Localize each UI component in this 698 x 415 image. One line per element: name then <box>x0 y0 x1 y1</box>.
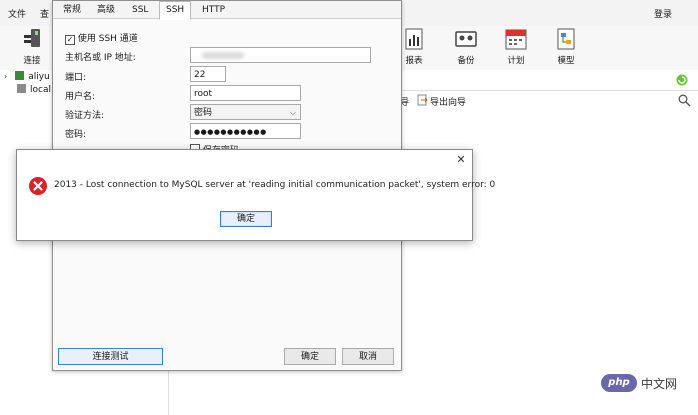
export-icon <box>417 94 428 106</box>
username-label: 用户名: <box>65 92 96 102</box>
checkmark-icon: ✓ <box>65 35 75 45</box>
report-label: 报表 <box>405 56 423 66</box>
error-ok-button[interactable]: 确定 <box>220 211 272 227</box>
cancel-button[interactable]: 取消 <box>342 348 394 365</box>
backup-button[interactable]: 备份 <box>444 26 488 66</box>
tree-item-local[interactable]: local <box>4 84 51 96</box>
host-label: 主机名或 IP 地址: <box>65 53 136 63</box>
host-field[interactable] <box>190 47 371 63</box>
tree-item-label: aliyu <box>28 72 50 82</box>
tab-advanced[interactable]: 高级 <box>91 3 121 18</box>
connect-button[interactable]: 连接 <box>10 26 54 66</box>
menu-view[interactable]: 查 <box>40 7 49 20</box>
connection-icon <box>15 71 25 80</box>
login-link[interactable]: 登录 <box>654 7 672 20</box>
use-ssh-label: 使用 SSH 通道 <box>77 34 138 44</box>
tab-general[interactable]: 常规 <box>57 3 87 18</box>
error-icon <box>29 177 47 195</box>
error-message: 2013 - Lost connection to MySQL server a… <box>54 180 496 190</box>
auth-method-label: 验证方法: <box>65 111 105 121</box>
menu-file[interactable]: 文件 <box>8 7 26 20</box>
port-label: 端口: <box>65 73 87 83</box>
search-icon[interactable] <box>678 94 691 107</box>
close-icon[interactable]: ✕ <box>454 153 468 167</box>
model-button[interactable]: 模型 <box>544 26 588 66</box>
ok-button[interactable]: 确定 <box>284 348 336 365</box>
backup-label: 备份 <box>457 56 475 66</box>
schedule-button[interactable]: 计划 <box>494 26 538 66</box>
model-label: 模型 <box>557 56 575 66</box>
password-label: 密码: <box>65 130 87 140</box>
use-ssh-checkbox[interactable]: ✓ 使用 SSH 通道 <box>65 31 138 45</box>
error-dialog: ✕ 2013 - Lost connection to MySQL server… <box>16 149 495 241</box>
watermark-text: 中文网 <box>641 377 678 391</box>
connection-icon <box>17 84 26 93</box>
password-field[interactable]: ●●●●●●●●●●● <box>190 123 301 139</box>
test-connection-button[interactable]: 连接测试 <box>58 348 163 365</box>
port-field[interactable]: 22 <box>190 66 226 82</box>
auth-method-value: 密码 <box>194 108 213 118</box>
schedule-label: 计划 <box>507 56 525 66</box>
tab-bar: 常规 高级 SSL SSH HTTP <box>53 1 401 20</box>
calendar-icon <box>505 29 527 50</box>
redacted-host <box>202 52 244 59</box>
username-field[interactable]: root <box>190 85 301 101</box>
chevron-down-icon: ⌵ <box>289 108 296 117</box>
plug-icon <box>24 29 40 47</box>
connect-label: 连接 <box>23 56 41 66</box>
watermark-logo: php <box>601 374 637 392</box>
export-wizard-button[interactable]: 导出向导 <box>430 95 466 108</box>
tree-item-label: local <box>30 85 51 95</box>
watermark: php 中文网 <box>601 372 687 394</box>
model-icon <box>557 28 575 50</box>
report-icon <box>405 28 423 50</box>
tab-ssl[interactable]: SSL <box>126 3 154 18</box>
tab-ssh[interactable]: SSH <box>159 1 192 20</box>
refresh-icon[interactable] <box>675 73 689 87</box>
chevron-right-icon: › <box>4 72 8 81</box>
tab-http[interactable]: HTTP <box>196 3 231 18</box>
tree-item-aliyun[interactable]: › aliyu <box>4 71 50 83</box>
auth-method-select[interactable]: 密码 ⌵ <box>190 104 301 120</box>
tape-icon <box>455 31 477 47</box>
